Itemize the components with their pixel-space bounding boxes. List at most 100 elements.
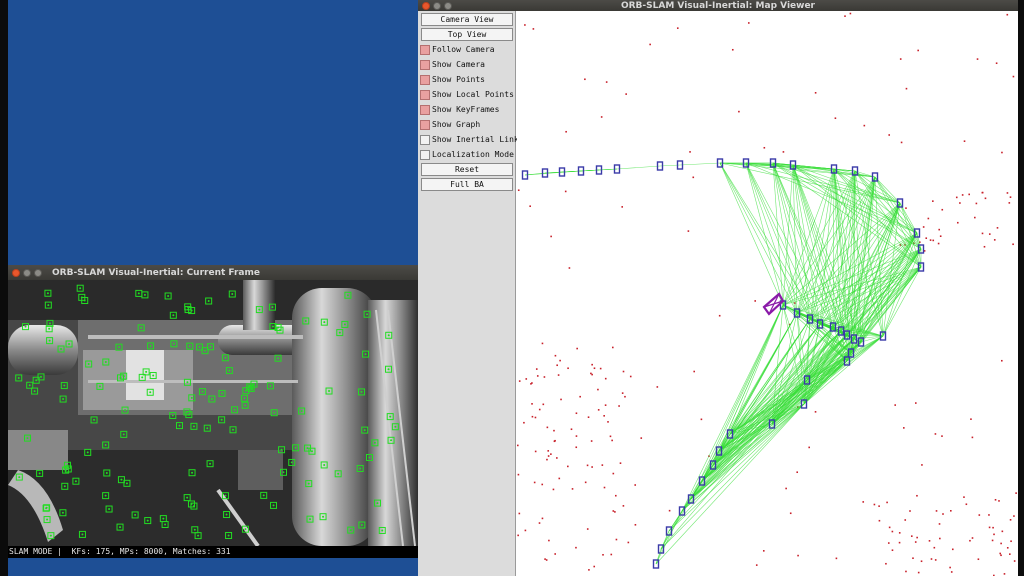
- map-point: [1013, 560, 1016, 562]
- map-point: [873, 503, 876, 506]
- map-point: [993, 533, 995, 536]
- map-point: [956, 221, 959, 224]
- feature-point: [93, 418, 96, 421]
- map-point: [552, 488, 555, 491]
- checkbox-box[interactable]: [420, 89, 430, 100]
- checkbox-box[interactable]: [420, 149, 430, 160]
- map-point: [1009, 196, 1012, 198]
- map-point: [531, 403, 533, 405]
- feature-point: [328, 390, 331, 393]
- map-point: [554, 439, 556, 442]
- feature-point: [192, 425, 195, 428]
- map-point: [898, 541, 901, 544]
- map-point: [762, 550, 765, 552]
- full-ba-button[interactable]: Full BA: [421, 178, 513, 191]
- feature-point: [368, 456, 371, 459]
- map-points: [517, 12, 1017, 576]
- feature-point: [119, 526, 122, 529]
- map-point: [932, 200, 934, 202]
- map-point: [559, 359, 561, 362]
- desktop-left-edge: [0, 0, 8, 576]
- map-viewer-titlebar[interactable]: ORB-SLAM Visual-Inertial: Map Viewer: [418, 0, 1018, 11]
- checkbox-box[interactable]: [420, 44, 430, 55]
- feature-point: [363, 429, 366, 432]
- camera-view-button[interactable]: Camera View: [421, 13, 513, 26]
- map-svg[interactable]: [517, 11, 1018, 576]
- graph-edge: [712, 334, 848, 466]
- map-point: [903, 427, 905, 429]
- map-3d-viewport[interactable]: [517, 11, 1018, 576]
- reset-button[interactable]: Reset: [421, 163, 513, 176]
- show-graph-checkbox[interactable]: Show Graph: [420, 118, 480, 131]
- feature-point: [105, 471, 108, 474]
- follow-camera-checkbox[interactable]: Follow Camera: [420, 43, 495, 56]
- map-point: [546, 458, 548, 461]
- map-point: [789, 512, 792, 515]
- checkbox-box[interactable]: [420, 134, 430, 145]
- map-point: [590, 440, 593, 442]
- map-point: [941, 435, 943, 437]
- checkbox-box[interactable]: [420, 74, 430, 85]
- map-point: [912, 557, 914, 560]
- map-point: [981, 191, 984, 194]
- feature-point: [48, 327, 51, 330]
- window-close-icon[interactable]: [12, 268, 20, 277]
- map-point: [814, 411, 817, 413]
- map-point: [597, 388, 599, 391]
- map-point: [517, 189, 520, 192]
- show-points-checkbox[interactable]: Show Points: [420, 73, 485, 86]
- feature-point: [145, 370, 148, 373]
- graph-edge: [796, 170, 856, 314]
- map-point: [904, 519, 907, 521]
- map-point: [808, 446, 810, 449]
- show-local-points-checkbox[interactable]: Show Local Points: [420, 88, 514, 101]
- map-point: [1009, 519, 1012, 521]
- window-minimize-icon[interactable]: [23, 268, 31, 277]
- map-point: [565, 130, 567, 133]
- graph-edge: [718, 338, 855, 452]
- feature-point: [252, 383, 255, 386]
- map-point: [535, 368, 538, 370]
- window-close-icon[interactable]: [422, 1, 430, 10]
- top-view-button[interactable]: Top View: [421, 28, 513, 41]
- feature-point: [122, 433, 125, 436]
- feature-point: [188, 345, 191, 348]
- map-point: [844, 15, 846, 17]
- checkbox-box[interactable]: [420, 59, 430, 70]
- map-point: [640, 437, 643, 439]
- map-point: [996, 227, 999, 229]
- map-point: [576, 347, 578, 350]
- map-point: [914, 541, 917, 543]
- map-point: [941, 208, 944, 211]
- map-point: [975, 202, 978, 205]
- graph-edge: [679, 162, 721, 166]
- window-maximize-icon[interactable]: [34, 268, 42, 277]
- show-inertial-links-checkbox[interactable]: Show Inertial Links: [420, 133, 524, 146]
- checkbox-box[interactable]: [420, 104, 430, 115]
- window-minimize-icon[interactable]: [433, 1, 441, 10]
- map-point: [604, 377, 607, 380]
- feature-point: [178, 424, 181, 427]
- map-point: [553, 429, 555, 432]
- window-maximize-icon[interactable]: [444, 1, 452, 10]
- map-point: [543, 376, 546, 378]
- map-point: [994, 498, 997, 501]
- localization-mode-checkbox[interactable]: Localization Mode: [420, 148, 514, 161]
- show-keyframes-checkbox[interactable]: Show KeyFrames: [420, 103, 499, 116]
- show-camera-checkbox[interactable]: Show Camera: [420, 58, 485, 71]
- map-point: [554, 553, 556, 555]
- feature-point: [271, 306, 274, 309]
- checkbox-label: Follow Camera: [432, 45, 495, 54]
- checkbox-box[interactable]: [420, 119, 430, 130]
- map-point: [939, 537, 941, 540]
- feature-point: [250, 387, 253, 390]
- map-point: [590, 372, 592, 375]
- feature-point: [390, 439, 393, 442]
- map-point: [612, 510, 615, 512]
- map-point: [950, 509, 952, 512]
- map-point: [955, 196, 958, 199]
- feature-point: [209, 462, 212, 465]
- feature-point: [104, 494, 107, 497]
- graph-edge: [660, 498, 692, 550]
- current-frame-titlebar[interactable]: ORB-SLAM Visual-Inertial: Current Frame: [8, 265, 418, 280]
